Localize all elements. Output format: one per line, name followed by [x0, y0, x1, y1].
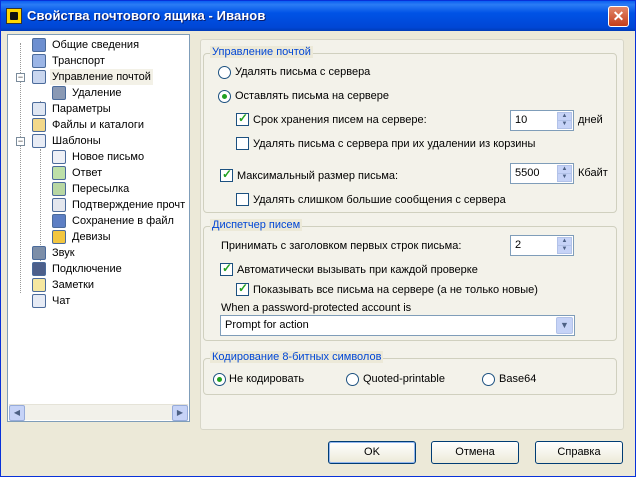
- tree-horizontal-scrollbar[interactable]: ◀ ▶: [9, 404, 188, 421]
- info-icon: [32, 38, 46, 52]
- delete-from-server-label: Удалять письма с сервера: [235, 66, 371, 78]
- properties-dialog: Свойства почтового ящика - Иванов ✕ − − …: [0, 0, 636, 477]
- transport-icon: [32, 54, 46, 68]
- templates-icon: [32, 134, 46, 148]
- auto-check-label: Автоматически вызывать при каждой провер…: [237, 264, 478, 276]
- retention-days-spinner[interactable]: 10 ▲ ▼: [510, 110, 574, 131]
- encoding-b64-radio[interactable]: [482, 373, 495, 386]
- cancel-button[interactable]: Отмена: [431, 441, 519, 464]
- title-bar: Свойства почтового ящика - Иванов ✕: [1, 1, 635, 31]
- connection-icon: [32, 262, 46, 276]
- spinner-down-icon[interactable]: ▼: [557, 245, 572, 254]
- delete-large-label: Удалять слишком большие сообщения с серв…: [253, 194, 506, 206]
- delete-on-trash-checkbox[interactable]: [236, 137, 249, 150]
- header-lines-spinner[interactable]: 2 ▲ ▼: [510, 235, 574, 256]
- mail-management-icon: [32, 70, 46, 84]
- receipt-icon: [52, 198, 66, 212]
- encoding-b64-label: Base64: [499, 373, 537, 385]
- encoding-qp-radio[interactable]: [346, 373, 359, 386]
- spinner-down-icon[interactable]: ▼: [557, 120, 572, 129]
- collapse-templates[interactable]: −: [16, 137, 25, 146]
- password-action-select[interactable]: Prompt for action ▼: [220, 315, 575, 336]
- spinner-down-icon[interactable]: ▼: [557, 173, 572, 182]
- save-icon: [52, 214, 66, 228]
- encoding-none-radio[interactable]: [213, 373, 226, 386]
- settings-icon: [32, 102, 46, 116]
- keep-on-server-label: Оставлять письма на сервере: [235, 90, 390, 102]
- show-all-label: Показывать все письма на сервере (а не т…: [253, 284, 538, 296]
- auto-check-checkbox[interactable]: [220, 261, 233, 276]
- encoding-none-label: Не кодировать: [229, 373, 305, 385]
- scroll-left-icon[interactable]: ◀: [9, 405, 25, 421]
- settings-tree[interactable]: − − Общие сведения Транспорт Управление …: [7, 34, 190, 422]
- new-mail-icon: [52, 150, 66, 164]
- window-title: Свойства почтового ящика - Иванов: [27, 8, 266, 23]
- max-size-spinner[interactable]: 5500 ▲ ▼: [510, 163, 574, 184]
- folder-icon: [32, 118, 46, 132]
- dialog-body: − − Общие сведения Транспорт Управление …: [4, 31, 632, 474]
- retention-label: Срок хранения писем на сервере:: [253, 114, 427, 126]
- max-size-unit: Кбайт: [578, 167, 608, 179]
- dispatcher-title: Диспетчер писем: [210, 219, 303, 231]
- delete-large-checkbox[interactable]: [236, 193, 249, 206]
- encoding-title: Кодирование 8-битных символов: [210, 351, 384, 363]
- max-size-label: Максимальный размер письма:: [237, 170, 399, 182]
- forward-icon: [52, 182, 66, 196]
- scroll-right-icon[interactable]: ▶: [172, 405, 188, 421]
- ok-button[interactable]: OK: [328, 441, 416, 464]
- chat-icon: [32, 294, 46, 308]
- mail-management-title: Управление почтой: [210, 46, 313, 58]
- reply-icon: [52, 166, 66, 180]
- encoding-qp-label: Quoted-printable: [363, 373, 445, 385]
- delete-on-trash-label: Удалять письма с сервера при их удалении…: [253, 138, 536, 150]
- header-lines-label: Принимать с заголовком первых строк пись…: [221, 240, 462, 252]
- app-icon: [6, 8, 22, 24]
- collapse-mail-management[interactable]: −: [16, 73, 25, 82]
- password-label: When a password-protected account is: [221, 302, 412, 314]
- show-all-checkbox[interactable]: [236, 281, 249, 296]
- notes-icon: [32, 278, 46, 292]
- retention-unit: дней: [578, 114, 603, 126]
- keep-on-server-radio[interactable]: [218, 90, 231, 103]
- trash-icon: [52, 86, 66, 100]
- chevron-down-icon[interactable]: ▼: [556, 317, 573, 334]
- help-button[interactable]: Справка: [535, 441, 623, 464]
- retention-checkbox[interactable]: [236, 111, 249, 126]
- motto-icon: [52, 230, 66, 244]
- close-button[interactable]: ✕: [608, 6, 629, 27]
- max-size-checkbox[interactable]: [220, 167, 233, 182]
- delete-from-server-radio[interactable]: [218, 66, 231, 79]
- sound-icon: [32, 246, 46, 260]
